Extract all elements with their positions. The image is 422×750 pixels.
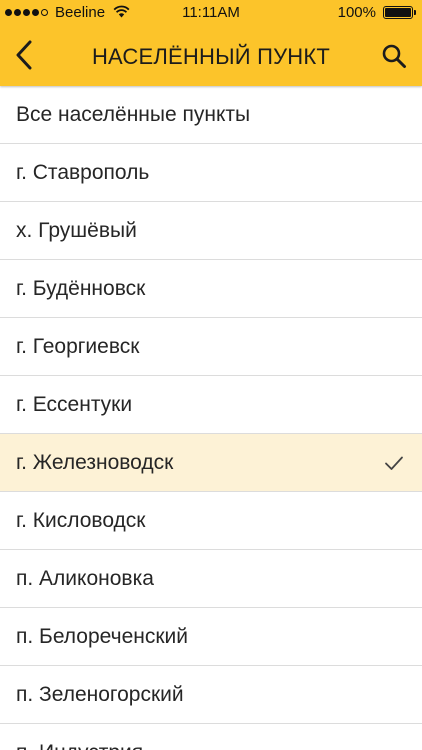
list-item-label: х. Грушёвый [16,218,137,242]
list-item-label: п. Индустрия [16,741,143,750]
checkmark-icon [385,456,403,470]
list-item-all-settlements[interactable]: Все населённые пункты [0,86,422,144]
list-item[interactable]: г. Георгиевск [0,318,422,376]
list-item-label: г. Железноводск [16,450,174,474]
navigation-bar: НАСЕЛЁННЫЙ ПУНКТ [0,26,422,86]
list-item-selected[interactable]: г. Железноводск [0,434,422,492]
list-item-label: г. Ставрополь [16,160,150,184]
list-item-label: г. Будённовск [16,276,146,300]
search-icon [382,44,406,68]
list-item[interactable]: п. Индустрия [0,724,422,750]
list-item[interactable]: п. Зеленогорский [0,666,422,724]
list-item[interactable]: г. Ставрополь [0,144,422,202]
list-item[interactable]: г. Ессентуки [0,376,422,434]
back-button[interactable] [6,36,42,74]
list-item[interactable]: г. Будённовск [0,260,422,318]
battery-percentage: 100% [337,4,376,21]
list-item-label: п. Зеленогорский [16,682,184,706]
list-item-label: п. Белореченский [16,624,188,648]
list-item[interactable]: п. Белореченский [0,608,422,666]
list-item-label: г. Ессентуки [16,392,133,416]
status-bar: Beeline 11:11AM 100% [0,0,422,26]
search-button[interactable] [376,38,412,74]
list-item-label: п. Аликоновка [16,566,154,590]
list-item[interactable]: г. Кисловодск [0,492,422,550]
list-item[interactable]: х. Грушёвый [0,202,422,260]
list-item-label: г. Кисловодск [16,508,146,532]
list-item[interactable]: п. Аликоновка [0,550,422,608]
app-header: Beeline 11:11AM 100% НАСЕЛЁННЫЙ ПУНКТ [0,0,422,86]
list-item-label: г. Георгиевск [16,334,140,358]
page-title: НАСЕЛЁННЫЙ ПУНКТ [91,44,331,69]
battery-icon [383,6,416,19]
settlement-list: Все населённые пункты г. Ставрополь х. Г… [0,86,422,750]
list-item-label: Все населённые пункты [16,102,251,126]
chevron-left-icon [16,40,32,70]
